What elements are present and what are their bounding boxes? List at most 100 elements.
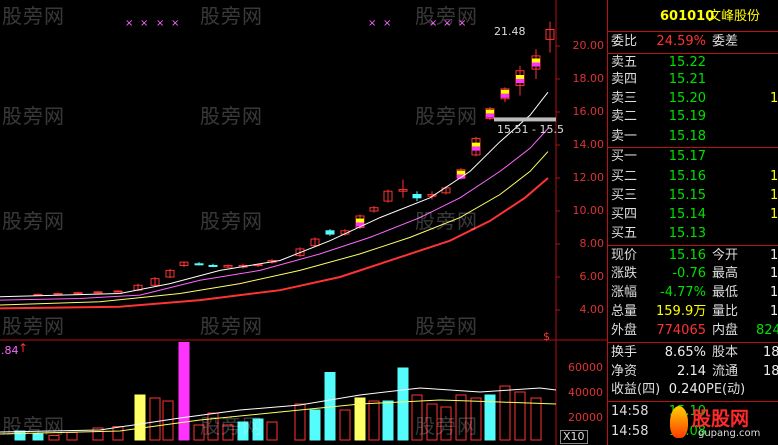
watermark: 股旁网: [415, 209, 478, 233]
watermark: 股旁网: [2, 209, 65, 233]
flame-icon: [670, 406, 688, 438]
ratio-value: 24.59%: [656, 34, 706, 49]
logo-url: gupang.com: [698, 428, 761, 439]
range-bar: [494, 117, 556, 122]
price-axis-label: 8.00: [579, 237, 605, 250]
up-arrow-icon: ↑: [18, 341, 29, 355]
bid-row[interactable]: 买三 15.15 1: [608, 187, 778, 205]
bottom-tag: X10: [560, 430, 588, 444]
stat-row: 净资 2.14 流通 18: [611, 364, 778, 379]
ask-row[interactable]: 卖三 15.20 1: [608, 90, 778, 108]
limit-up-marker: [532, 62, 540, 67]
limit-up-marker: [532, 58, 540, 63]
watermark: 股旁网: [2, 314, 65, 338]
stat-row: 涨幅 -4.77% 最低 1: [611, 285, 778, 300]
volume-bar: [339, 409, 351, 441]
candle-body: [33, 293, 43, 296]
watermark: 股旁网: [415, 414, 478, 438]
volume-axis-label: 20000: [568, 411, 603, 424]
candle-body: [208, 264, 218, 267]
price-axis-label: 10.00: [572, 204, 605, 217]
limit-up-marker: [501, 93, 509, 98]
limit-up-marker: [516, 79, 524, 83]
limit-up-marker: [486, 109, 494, 114]
watermark: 股旁网: [200, 4, 263, 28]
limit-up-marker: [472, 142, 480, 147]
volume-bar: [530, 397, 542, 441]
volume-bar: [382, 400, 394, 441]
volume-axis-label: 40000: [568, 386, 603, 399]
volume-bar: [309, 409, 321, 441]
watermark: 股旁网: [2, 414, 65, 438]
stat-row: 现价 15.16 今开 1: [611, 248, 778, 263]
kline-chart[interactable]: × × × × × × × × ×: [0, 0, 607, 445]
bid-row[interactable]: 买四 15.14 1: [608, 206, 778, 224]
stat-row: 总量 159.9万 量比 1: [611, 304, 778, 319]
watermark: 股旁网: [2, 104, 65, 128]
signal-marker: ×: [171, 18, 179, 29]
watermark: 股旁网: [200, 104, 263, 128]
volume-bar: [66, 432, 78, 441]
volume-bar: [499, 385, 511, 441]
watermark: 股旁网: [415, 314, 478, 338]
watermark: 股旁网: [415, 4, 478, 28]
logo-text: 股股网: [692, 408, 750, 430]
stat-row: 外盘 774065 内盘 824: [611, 323, 778, 338]
stat-row: 涨跌 -0.76 最高 1: [611, 266, 778, 281]
limit-up-marker: [516, 75, 524, 79]
high-price-label: 21.48: [494, 25, 526, 38]
ask-row[interactable]: 卖二 15.19: [608, 108, 778, 126]
bid-row[interactable]: 买五 15.13: [608, 225, 778, 243]
range-label: 15.51 - 15.5: [497, 123, 564, 136]
stock-code: 601010: [660, 9, 715, 24]
candle-body: [194, 263, 204, 266]
price-axis-label: 6.00: [579, 270, 605, 283]
watermark: 股旁网: [2, 4, 65, 28]
ask-row[interactable]: 卖一 15.18: [608, 128, 778, 146]
watermark: 股旁网: [415, 104, 478, 128]
candle-body: [93, 291, 103, 294]
ma60-line: [0, 177, 549, 310]
price-axis-label: 12.00: [572, 171, 605, 184]
limit-up-marker: [472, 146, 480, 151]
stat-row: 换手 8.65% 股本 18: [611, 345, 778, 360]
watermark: 股旁网: [200, 209, 263, 233]
indicator-left-value: .84: [1, 344, 19, 357]
watermark: 股旁网: [200, 414, 263, 438]
signal-marker: ×: [125, 18, 133, 29]
limit-up-marker: [356, 218, 364, 223]
quote-panel: 601010 文峰股份 委比 24.59% 委差 卖五 15.22 卖四 15.21…: [607, 0, 778, 445]
ratio-row: 委比 24.59% 委差: [611, 34, 739, 49]
candle-body: [325, 230, 335, 235]
dollar-icon: $: [543, 330, 550, 343]
price-axis-label: 16.00: [572, 105, 605, 118]
price-axis-label: 20.00: [572, 39, 605, 52]
limit-up-marker: [486, 113, 494, 118]
volume-bar: [112, 426, 124, 441]
price-axis-label: 14.00: [572, 138, 605, 151]
candle-body: [113, 290, 123, 293]
candle-body: [412, 194, 422, 199]
volume-bar: [397, 367, 409, 441]
bid-row[interactable]: 买一 15.17: [608, 148, 778, 166]
volume-bar: [149, 397, 161, 441]
limit-up-marker: [457, 170, 465, 175]
ask-row[interactable]: 卖四 15.21: [608, 71, 778, 89]
site-logo: 股股网 gupang.com: [670, 404, 778, 444]
stat-row: 收益(四) 0.240 PE(动): [611, 382, 746, 397]
signal-marker: ×: [383, 18, 391, 29]
price-axis-label: 4.00: [579, 303, 605, 316]
price-axis-label: 18.00: [572, 72, 605, 85]
stock-header: 601010 文峰股份: [608, 8, 778, 26]
watermark: 股旁网: [200, 314, 263, 338]
candle-body: [73, 292, 83, 295]
candle-body: [53, 293, 63, 295]
signal-marker: ×: [368, 18, 376, 29]
volume-bar: [178, 342, 190, 441]
ask-row[interactable]: 卖五 15.22: [608, 54, 778, 72]
volume-bar: [514, 391, 526, 441]
volume-bar: [266, 421, 278, 441]
volume-bar: [368, 400, 380, 441]
bid-row[interactable]: 买二 15.16 1: [608, 168, 778, 186]
stock-name: 文峰股份: [708, 9, 761, 24]
